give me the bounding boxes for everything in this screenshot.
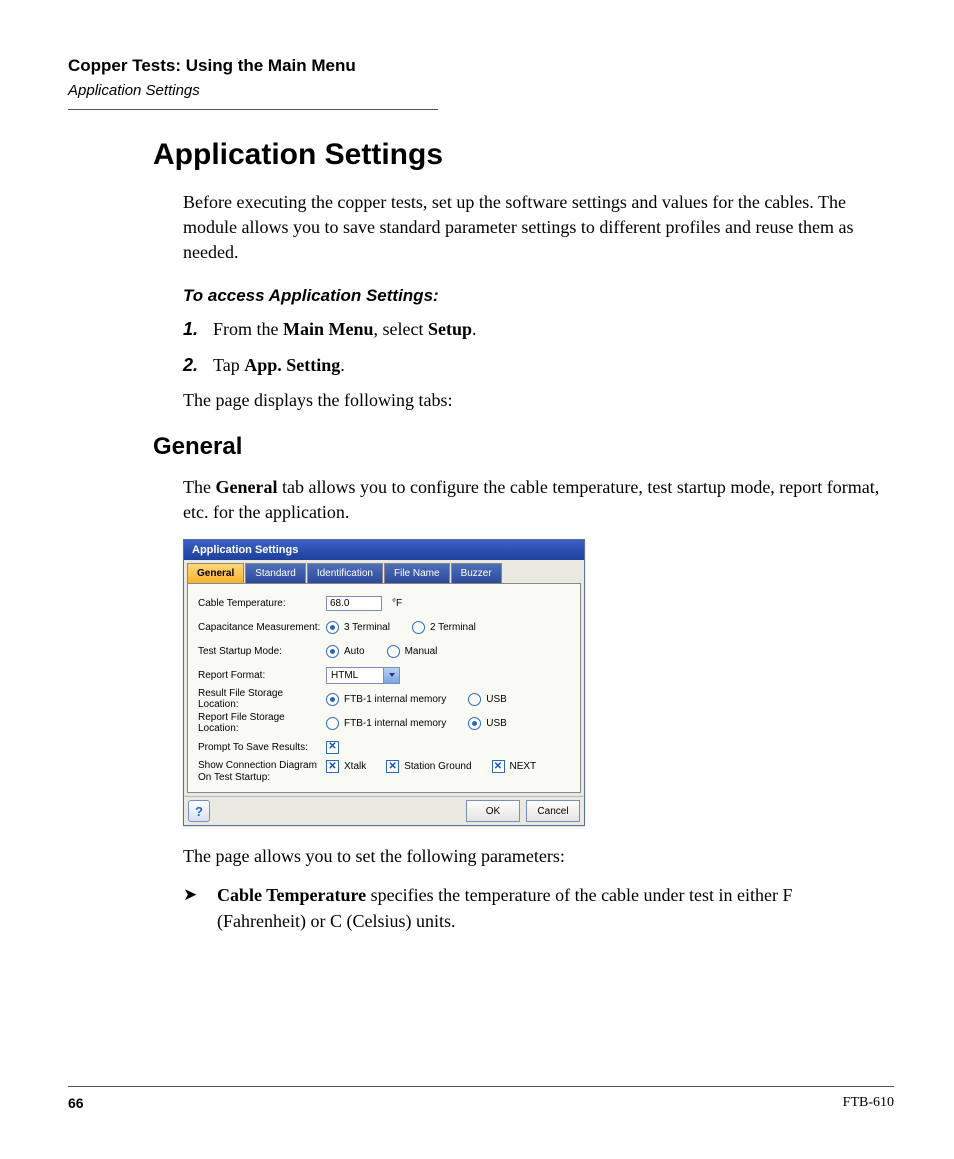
radio-dot-icon: [412, 621, 425, 634]
general-intro: The General tab allows you to configure …: [183, 475, 884, 525]
step-1: 1. From the Main Menu, select Setup.: [183, 317, 884, 342]
checkbox-icon: [326, 760, 339, 773]
connection-diagram-label: Show Connection Diagram On Test Startup:: [198, 760, 326, 784]
cable-temp-label: Cable Temperature:: [198, 598, 326, 609]
radio-2-terminal[interactable]: 2 Terminal: [412, 621, 476, 634]
ok-button[interactable]: OK: [466, 800, 520, 822]
radio-dot-icon: [326, 621, 339, 634]
page-number: 66: [68, 1095, 84, 1111]
radio-3-terminal[interactable]: 3 Terminal: [326, 621, 390, 634]
dialog-titlebar: Application Settings: [184, 540, 584, 560]
model-number: FTB-610: [843, 1095, 894, 1111]
section-subtitle: Application Settings: [68, 82, 894, 99]
chapter-title: Copper Tests: Using the Main Menu: [68, 56, 894, 76]
general-heading: General: [153, 433, 894, 461]
dialog-footer: ? OK Cancel: [184, 796, 584, 825]
step-number: 1.: [183, 317, 213, 342]
intro-paragraph: Before executing the copper tests, set u…: [183, 190, 884, 266]
radio-dot-icon: [387, 645, 400, 658]
radio-dot-icon: [468, 717, 481, 730]
tab-standard[interactable]: Standard: [245, 563, 306, 583]
help-button[interactable]: ?: [188, 800, 210, 822]
checkbox-station-ground[interactable]: Station Ground: [386, 760, 471, 773]
radio-report-usb[interactable]: USB: [468, 717, 507, 730]
prompt-save-label: Prompt To Save Results:: [198, 742, 326, 753]
cable-temp-unit: °F: [392, 598, 402, 609]
header-rule: [68, 109, 438, 110]
bullet-cable-temperature: ➤ Cable Temperature specifies the temper…: [183, 883, 884, 933]
startup-mode-label: Test Startup Mode:: [198, 646, 326, 657]
access-heading: To access Application Settings:: [183, 284, 884, 308]
tab-bar: General Standard Identification File Nam…: [184, 560, 584, 583]
page-title: Application Settings: [153, 138, 894, 172]
tab-file-name[interactable]: File Name: [384, 563, 450, 583]
radio-auto[interactable]: Auto: [326, 645, 365, 658]
checkbox-icon: [386, 760, 399, 773]
chevron-down-icon: [383, 668, 399, 683]
tab-general[interactable]: General: [187, 563, 244, 583]
settings-panel: Cable Temperature: °F Capacitance Measur…: [187, 583, 581, 793]
step-2: 2. Tap App. Setting.: [183, 353, 884, 378]
step-number: 2.: [183, 353, 213, 378]
cancel-button[interactable]: Cancel: [526, 800, 580, 822]
radio-result-usb[interactable]: USB: [468, 693, 507, 706]
radio-manual[interactable]: Manual: [387, 645, 438, 658]
radio-dot-icon: [326, 645, 339, 658]
bullet-arrow-icon: ➤: [183, 883, 203, 933]
report-format-select[interactable]: HTML: [326, 667, 400, 684]
tab-identification[interactable]: Identification: [307, 563, 383, 583]
prompt-save-checkbox[interactable]: [326, 741, 339, 754]
footer-rule: [68, 1086, 894, 1087]
report-location-label: Report File Storage Location:: [198, 712, 326, 734]
checkbox-xtalk[interactable]: Xtalk: [326, 760, 366, 773]
radio-dot-icon: [468, 693, 481, 706]
result-location-label: Result File Storage Location:: [198, 688, 326, 710]
radio-dot-icon: [326, 717, 339, 730]
checkbox-icon: [492, 760, 505, 773]
cable-temp-input[interactable]: [326, 596, 382, 611]
checkbox-next[interactable]: NEXT: [492, 760, 537, 773]
settings-dialog: Application Settings General Standard Id…: [183, 539, 585, 826]
radio-dot-icon: [326, 693, 339, 706]
radio-report-internal[interactable]: FTB-1 internal memory: [326, 717, 446, 730]
tabs-intro: The page displays the following tabs:: [183, 388, 884, 413]
report-format-label: Report Format:: [198, 670, 326, 681]
capacitance-label: Capacitance Measurement:: [198, 622, 326, 633]
radio-result-internal[interactable]: FTB-1 internal memory: [326, 693, 446, 706]
parameters-intro: The page allows you to set the following…: [183, 844, 884, 869]
tab-buzzer[interactable]: Buzzer: [451, 563, 502, 583]
